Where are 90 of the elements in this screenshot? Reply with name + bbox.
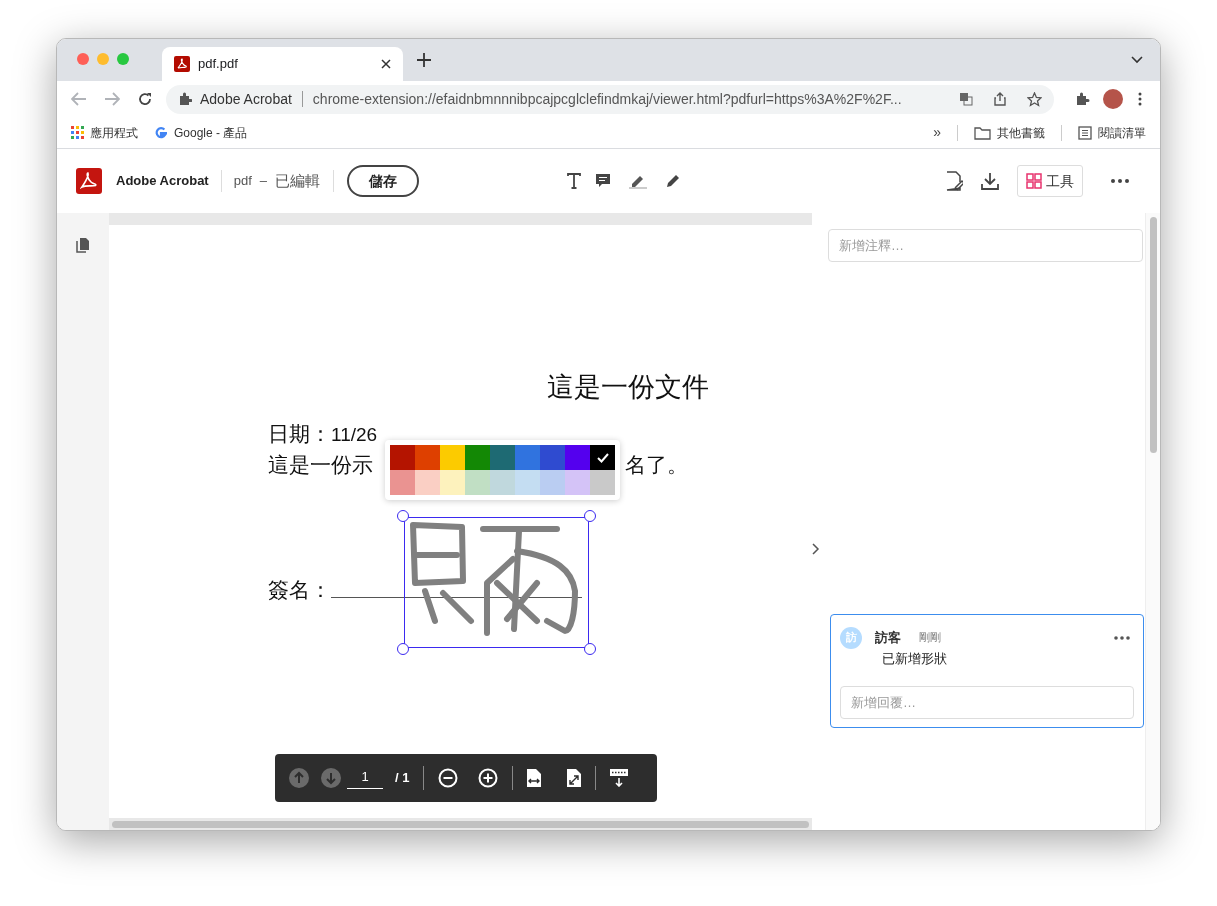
check-icon (596, 452, 609, 463)
color-swatch[interactable] (440, 470, 465, 495)
bookmark-link[interactable]: 應用程式 (71, 123, 138, 142)
more-icon[interactable] (1138, 92, 1142, 106)
reload-icon[interactable] (137, 91, 153, 107)
pages-icon[interactable] (76, 237, 90, 253)
signature-label: 簽名： (268, 577, 331, 604)
address-bar[interactable]: Adobe Acrobat chrome-extension://efaidnbmnnnibpcajpcglclefindmkaj/viewer.html?pdfurl=https%3A%2F%2F... (166, 84, 1054, 114)
color-swatch[interactable] (590, 470, 615, 495)
puzzle-icon[interactable] (1075, 91, 1090, 107)
comment-author: 訪客 (875, 628, 901, 647)
color-swatch[interactable] (390, 470, 415, 495)
scrollbar[interactable] (1149, 217, 1157, 453)
resize-handle[interactable] (397, 510, 409, 522)
app-name: Adobe Acrobat (116, 172, 209, 191)
color-swatch[interactable] (590, 445, 615, 470)
zoom-out-icon[interactable] (438, 768, 459, 788)
edit-status: 已編輯 (275, 170, 320, 191)
scroll-mode-icon[interactable] (610, 769, 629, 787)
zoom-in-icon[interactable] (478, 768, 499, 788)
color-swatch[interactable] (490, 445, 515, 470)
comment-time: 剛剛 (919, 630, 941, 646)
tools-button[interactable]: 工具 (1017, 165, 1083, 197)
url-text: chrome-extension://efaidnbmnnnibpcajpcglclefindmkaj/viewer.html?pdfurl=https%3A%2F%2F... (312, 89, 903, 109)
acrobat-logo-icon (76, 168, 102, 194)
tab-title: pdf.pdf (198, 55, 239, 74)
more-icon[interactable] (1111, 179, 1129, 183)
color-swatch[interactable] (440, 445, 465, 470)
page-number-field[interactable]: 1 (347, 766, 383, 790)
document-name: pdf (233, 172, 252, 191)
comment-icon[interactable] (595, 173, 611, 189)
color-swatch[interactable] (465, 470, 490, 495)
comment-input[interactable]: 新增注釋… (828, 229, 1143, 262)
color-swatch[interactable] (415, 445, 440, 470)
color-swatch[interactable] (515, 445, 540, 470)
page-total: / 1 (395, 769, 410, 788)
chevron-right-icon[interactable] (812, 543, 820, 555)
color-swatch[interactable] (465, 445, 490, 470)
resize-handle[interactable] (584, 643, 596, 655)
caret-icon[interactable] (1131, 56, 1143, 64)
arrow-down-icon[interactable] (321, 768, 341, 788)
color-swatch[interactable] (565, 470, 590, 495)
fit-page-icon[interactable] (567, 769, 582, 787)
user-avatar: 訪 (840, 626, 862, 649)
resize-handle[interactable] (584, 510, 596, 522)
document-sign-icon[interactable] (945, 171, 963, 191)
star-icon[interactable] (1027, 91, 1042, 107)
color-swatch[interactable] (540, 470, 565, 495)
more-icon[interactable] (1114, 635, 1130, 640)
highlighter-icon[interactable] (629, 173, 647, 189)
body-text: 這是一份示 (268, 452, 373, 479)
reply-input[interactable]: 新增回覆… (840, 686, 1134, 719)
text-tool-icon[interactable] (567, 173, 581, 189)
color-swatch[interactable] (490, 470, 515, 495)
site-name: Adobe Acrobat (200, 89, 292, 109)
date-value: 11/26 (331, 423, 378, 447)
bookmark-link[interactable]: 閱讀清單 (1078, 123, 1146, 142)
resize-handle[interactable] (397, 643, 409, 655)
puzzle-icon (178, 92, 192, 106)
browser-tab[interactable]: pdf.pdf (162, 47, 403, 81)
comment-text: 已新增形狀 (882, 649, 948, 668)
scrollbar[interactable] (112, 820, 809, 828)
profile-avatar[interactable] (1103, 89, 1123, 109)
bookmark-link[interactable]: Google - 產品 (154, 123, 248, 142)
pencil-icon[interactable] (665, 173, 681, 189)
save-button[interactable]: 儲存 (347, 165, 419, 197)
new-tab-icon[interactable] (417, 53, 431, 67)
document-title: 這是一份文件 (547, 371, 709, 404)
color-swatch[interactable] (565, 445, 590, 470)
body-text: 名了。 (625, 452, 688, 479)
folder-icon (974, 125, 991, 140)
color-swatch[interactable] (540, 445, 565, 470)
arrow-up-icon[interactable] (289, 768, 309, 788)
bookmarks-overflow-button[interactable]: » (933, 122, 941, 143)
apps-grid-icon (71, 126, 84, 139)
share-icon[interactable] (993, 92, 1007, 106)
bookmark-link[interactable]: 其他書籤 (974, 123, 1045, 142)
fit-width-icon[interactable] (527, 769, 542, 787)
color-swatch[interactable] (515, 470, 540, 495)
close-icon[interactable] (381, 59, 391, 69)
google-icon (154, 125, 168, 140)
separator-dash: – (259, 172, 267, 191)
pdf-icon (174, 56, 190, 72)
grid-icon (1026, 173, 1042, 189)
download-icon[interactable] (981, 172, 999, 190)
translate-icon[interactable] (959, 92, 973, 106)
date-label: 日期： (268, 421, 331, 448)
color-swatch[interactable] (390, 445, 415, 470)
list-icon (1078, 125, 1092, 140)
color-swatch[interactable] (415, 470, 440, 495)
